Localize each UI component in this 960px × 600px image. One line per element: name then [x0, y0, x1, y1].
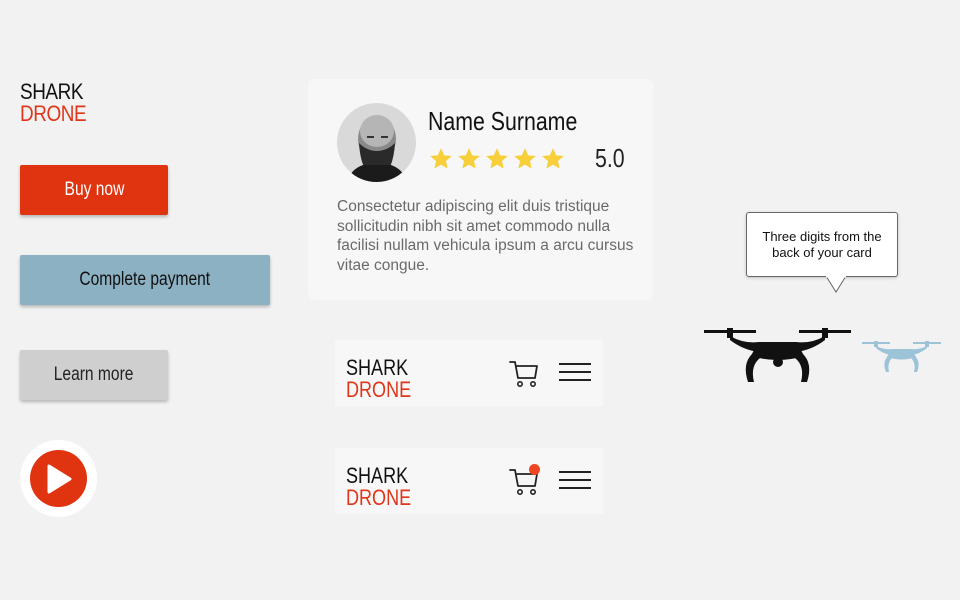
star-icon [542, 148, 564, 169]
star-icon [486, 148, 508, 169]
star-rating [428, 146, 566, 172]
hamburger-menu-icon[interactable] [557, 358, 593, 386]
star-icon [458, 148, 480, 169]
star-icon [430, 148, 452, 169]
buy-now-label: Buy now [64, 179, 124, 200]
logo-line-shark: SHARK [346, 463, 409, 488]
cart-icon[interactable] [508, 357, 540, 389]
tooltip-text: Three digits from the back of your card [762, 228, 882, 260]
drone-icon [862, 341, 941, 372]
learn-more-label: Learn more [54, 364, 134, 385]
hamburger-menu-icon[interactable] [557, 466, 593, 494]
ui-kit-canvas: SHARK DRONE Buy now Complete payment Lea… [0, 0, 960, 600]
tooltip: Three digits from the back of your card [746, 212, 898, 277]
play-icon [30, 450, 87, 507]
logo-line-shark: SHARK [20, 79, 84, 104]
navbar-logo[interactable]: SHARK DRONE [346, 357, 411, 401]
navbar-with-badge: SHARK DRONE [335, 448, 603, 514]
brand-logo[interactable]: SHARK DRONE [20, 79, 87, 126]
star-icon [514, 148, 536, 169]
logo-line-drone: DRONE [20, 101, 87, 126]
tooltip-pointer [825, 276, 847, 293]
drone-icon [704, 328, 851, 382]
logo-line-drone: DRONE [346, 485, 412, 510]
play-button[interactable] [20, 440, 97, 517]
rating-value: 5.0 [595, 143, 625, 173]
reviewer-name: Name Surname [428, 106, 578, 136]
complete-payment-button[interactable]: Complete payment [20, 255, 270, 305]
logo-line-drone: DRONE [346, 377, 412, 402]
learn-more-button[interactable]: Learn more [20, 350, 168, 400]
avatar [337, 103, 416, 182]
cart-notification-badge [529, 464, 540, 475]
review-card: Name Surname 5.0 Consectetur adipiscing … [308, 79, 653, 300]
navbar: SHARK DRONE [335, 340, 603, 406]
navbar-logo[interactable]: SHARK DRONE [346, 465, 411, 509]
complete-payment-label: Complete payment [79, 269, 211, 290]
logo-line-shark: SHARK [346, 355, 409, 380]
review-text: Consectetur adipiscing elit duis tristiq… [337, 198, 634, 274]
buy-now-button[interactable]: Buy now [20, 165, 168, 215]
